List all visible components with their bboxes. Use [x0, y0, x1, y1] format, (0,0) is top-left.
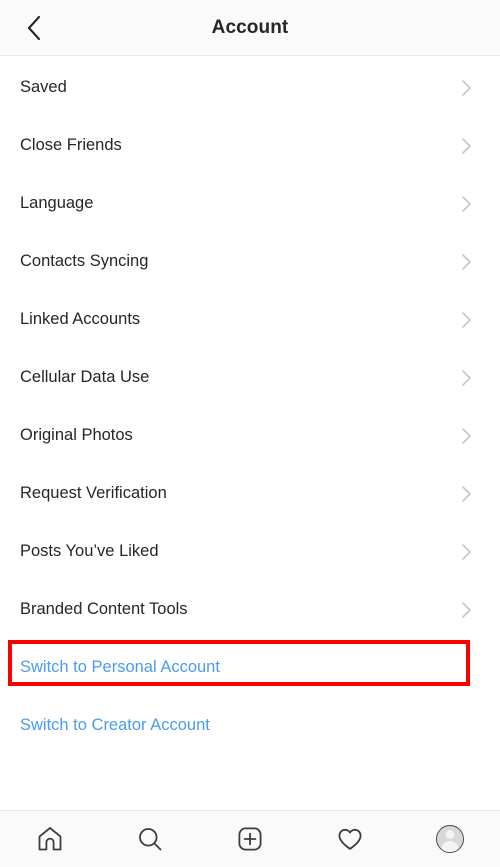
tab-search[interactable] — [100, 811, 200, 867]
heart-icon — [338, 828, 362, 850]
list-item-label: Language — [20, 194, 94, 213]
list-item-contacts-syncing[interactable]: Contacts Syncing — [0, 233, 500, 291]
chevron-right-icon — [462, 602, 471, 618]
account-settings-screen: Account Saved Close Friends Language Con… — [0, 0, 500, 867]
settings-list: Saved Close Friends Language Contacts Sy… — [0, 56, 500, 810]
bottom-navigation-bar — [0, 810, 500, 867]
action-label: Switch to Creator Account — [20, 716, 210, 735]
chevron-right-icon — [462, 138, 471, 154]
tab-profile[interactable] — [400, 811, 500, 867]
profile-avatar-icon — [436, 825, 464, 853]
list-item-close-friends[interactable]: Close Friends — [0, 117, 500, 175]
switch-to-creator-account-button[interactable]: Switch to Creator Account — [0, 697, 500, 755]
list-item-saved[interactable]: Saved — [0, 59, 500, 117]
list-item-label: Close Friends — [20, 136, 122, 155]
home-icon — [38, 827, 62, 851]
list-item-label: Linked Accounts — [20, 310, 141, 329]
add-post-icon — [238, 827, 262, 851]
back-button[interactable] — [12, 0, 56, 56]
screen-header: Account — [0, 0, 500, 56]
list-item-original-photos[interactable]: Original Photos — [0, 407, 500, 465]
highlighted-action-wrapper: Switch to Personal Account — [0, 639, 500, 697]
list-item-label: Original Photos — [20, 426, 133, 445]
switch-to-personal-account-button[interactable]: Switch to Personal Account — [0, 639, 500, 697]
chevron-right-icon — [462, 428, 471, 444]
chevron-right-icon — [462, 254, 471, 270]
list-item-language[interactable]: Language — [0, 175, 500, 233]
list-item-label: Request Verification — [20, 484, 167, 503]
chevron-right-icon — [462, 312, 471, 328]
tab-home[interactable] — [0, 811, 100, 867]
list-item-label: Saved — [20, 78, 67, 97]
list-item-linked-accounts[interactable]: Linked Accounts — [0, 291, 500, 349]
list-item-label: Cellular Data Use — [20, 368, 150, 387]
search-icon — [139, 828, 162, 851]
list-item-label: Contacts Syncing — [20, 252, 149, 271]
chevron-right-icon — [462, 370, 471, 386]
chevron-left-icon — [27, 15, 41, 41]
chevron-right-icon — [462, 196, 471, 212]
list-item-request-verification[interactable]: Request Verification — [0, 465, 500, 523]
list-item-branded-content-tools[interactable]: Branded Content Tools — [0, 581, 500, 639]
chevron-right-icon — [462, 486, 471, 502]
tab-new-post[interactable] — [200, 811, 300, 867]
list-item-posts-youve-liked[interactable]: Posts You’ve Liked — [0, 523, 500, 581]
page-title: Account — [211, 16, 289, 38]
list-item-label: Branded Content Tools — [20, 600, 188, 619]
tab-activity[interactable] — [300, 811, 400, 867]
list-item-label: Posts You’ve Liked — [20, 542, 159, 561]
chevron-right-icon — [462, 544, 471, 560]
chevron-right-icon — [462, 80, 471, 96]
action-label: Switch to Personal Account — [20, 658, 220, 677]
list-item-cellular-data-use[interactable]: Cellular Data Use — [0, 349, 500, 407]
